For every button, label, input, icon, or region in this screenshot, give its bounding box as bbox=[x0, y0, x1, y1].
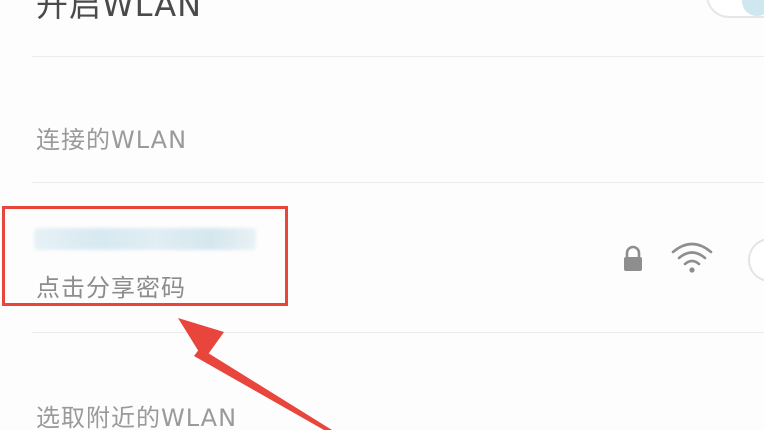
wifi-signal-icon bbox=[671, 242, 713, 273]
divider bbox=[32, 56, 764, 57]
wlan-toggle-label: 开启WLAN bbox=[36, 0, 203, 24]
network-detail-button[interactable] bbox=[748, 238, 764, 282]
divider bbox=[32, 332, 764, 333]
wlan-toggle-row[interactable]: 开启WLAN bbox=[0, 0, 764, 56]
annotation-arrow-icon bbox=[178, 318, 332, 430]
wlan-settings-screen: 开启WLAN 连接的WLAN 点击分享密码 选取附近的WLAN bbox=[0, 0, 764, 430]
connected-wlan-header: 连接的WLAN bbox=[36, 126, 188, 154]
lock-icon bbox=[624, 245, 642, 271]
annotation-highlight-box bbox=[2, 206, 288, 306]
